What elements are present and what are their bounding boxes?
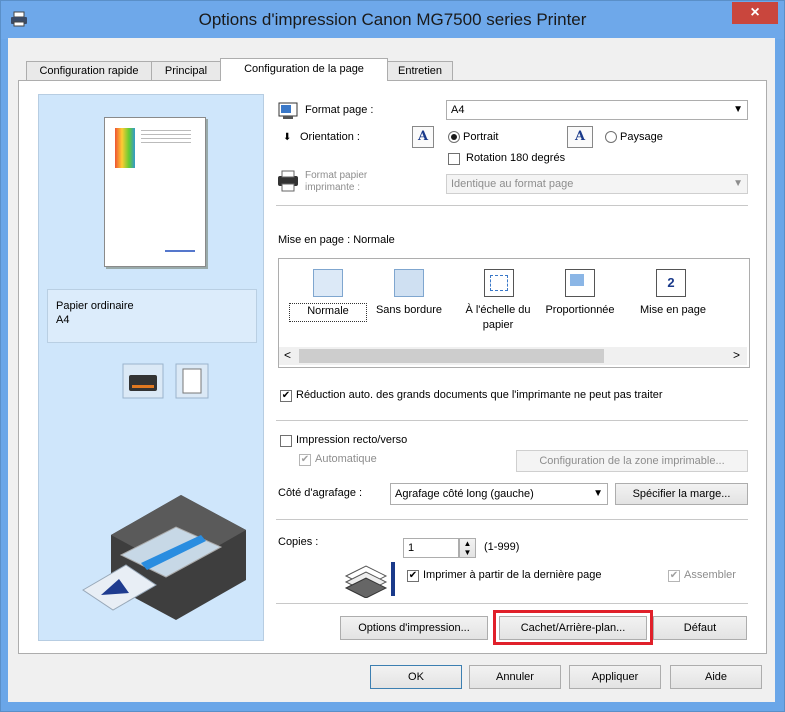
tab-configuration-de-la-page[interactable]: Configuration de la page	[220, 58, 388, 81]
page-size-icon	[278, 102, 298, 119]
rotate-180-label[interactable]: Rotation 180 degrés	[466, 152, 565, 164]
landscape-icon: A	[567, 126, 593, 148]
stapling-select[interactable]: Agrafage côté long (gauche) ▼	[390, 483, 608, 505]
paper-type-label: Papier ordinaire	[56, 300, 134, 312]
close-button[interactable]: ×	[732, 2, 778, 24]
layout-item-proportionnee[interactable]: Proportionnée	[541, 303, 619, 318]
print-options-button[interactable]: Options d'impression...	[340, 616, 488, 640]
copies-input[interactable]: 1	[403, 538, 459, 558]
printer-paper-select[interactable]: Identique au format page ▼	[446, 174, 748, 194]
scroll-thumb[interactable]	[299, 349, 604, 363]
normal-layout-icon[interactable]	[313, 269, 343, 297]
orientation-bullet-icon: ⬇	[283, 132, 292, 143]
divider	[276, 603, 748, 604]
landscape-radio[interactable]	[605, 131, 617, 143]
stapling-value: Agrafage côté long (gauche)	[395, 488, 534, 500]
divider	[276, 205, 748, 206]
defaults-button[interactable]: Défaut	[653, 616, 747, 640]
layout-scrollbar[interactable]: < >	[279, 347, 747, 365]
printer-paper-value: Identique au format page	[451, 178, 574, 190]
auto-reduce-label[interactable]: Réduction auto. des grands documents que…	[296, 389, 663, 401]
page-size-label: Format page :	[305, 104, 374, 116]
divider	[276, 519, 748, 520]
scroll-left-icon[interactable]: <	[284, 348, 291, 362]
layout-item-a-l-echelle[interactable]: À l'échelle du papier	[459, 303, 537, 333]
printer-paper-icon	[278, 170, 298, 192]
page-size-value: A4	[451, 104, 465, 116]
chevron-down-icon: ▼	[733, 104, 743, 115]
paper-info-box: Papier ordinaire A4	[47, 289, 257, 343]
page-size-select[interactable]: A4 ▼	[446, 100, 748, 120]
automatic-label[interactable]: Automatique	[315, 453, 377, 465]
scaled-layout-icon[interactable]	[565, 269, 595, 297]
preview-image	[115, 128, 135, 168]
print-area-button[interactable]: Configuration de la zone imprimable...	[516, 450, 748, 472]
cancel-button[interactable]: Annuler	[469, 665, 561, 689]
window-title: Options d'impression Canon MG7500 series…	[198, 10, 587, 29]
landscape-label[interactable]: Paysage	[620, 131, 663, 143]
automatic-checkbox[interactable]: ✔	[299, 454, 311, 466]
orientation-label: Orientation :	[300, 131, 360, 143]
page-layout-icon[interactable]: 2	[656, 269, 686, 297]
copies-range: (1-999)	[484, 541, 520, 553]
paper-preview	[104, 117, 206, 267]
layout-item-sans-bordure[interactable]: Sans bordure	[367, 303, 451, 318]
rotate-180-checkbox[interactable]	[448, 153, 460, 165]
borderless-layout-icon[interactable]	[394, 269, 424, 297]
fit-to-page-layout-icon[interactable]	[484, 269, 514, 297]
printer-paper-label-line2: imprimante :	[305, 182, 361, 193]
auto-reduce-checkbox[interactable]: ✔	[280, 390, 292, 402]
copies-spinner[interactable]: ▲ ▼	[459, 538, 476, 558]
layout-item-normale[interactable]: Normale	[289, 303, 367, 322]
collate-checkbox[interactable]: ✔	[668, 570, 680, 582]
stapling-label: Côté d'agrafage :	[278, 487, 363, 499]
chevron-down-icon: ▼	[733, 178, 743, 189]
portrait-label[interactable]: Portrait	[463, 131, 498, 143]
ok-button[interactable]: OK	[370, 665, 462, 689]
portrait-icon: A	[412, 126, 434, 148]
duplex-label[interactable]: Impression recto/verso	[296, 434, 407, 446]
layout-list[interactable]: Normale Sans bordure À l'échelle du papi…	[278, 258, 750, 368]
printer-paper-label-line1: Format papier	[305, 170, 368, 181]
collate-label[interactable]: Assembler	[684, 569, 736, 581]
tab-entretien[interactable]: Entretien	[387, 61, 453, 80]
copies-label: Copies :	[278, 536, 319, 548]
chevron-down-icon: ▼	[593, 488, 603, 499]
portrait-radio[interactable]	[448, 131, 460, 143]
tab-configuration-rapide[interactable]: Configuration rapide	[26, 61, 152, 80]
printer-media-icon	[122, 363, 164, 399]
layout-item-mise-en-page[interactable]: Mise en page	[625, 303, 721, 318]
last-page-checkbox[interactable]: ✔	[407, 570, 419, 582]
paper-size-label: A4	[56, 314, 70, 326]
scroll-right-icon[interactable]: >	[733, 348, 740, 362]
layout-header: Mise en page : Normale	[278, 234, 395, 246]
paper-source-icon	[175, 363, 209, 399]
copies-value: 1	[408, 542, 415, 554]
divider	[276, 420, 748, 421]
copies-stack-icon	[344, 562, 395, 598]
printer-illustration-icon	[82, 495, 246, 620]
highlight-box	[493, 610, 653, 645]
tab-principal[interactable]: Principal	[151, 61, 221, 80]
preview-panel: Papier ordinaire A4	[38, 94, 264, 641]
help-button[interactable]: Aide	[670, 665, 762, 689]
specify-margin-button[interactable]: Spécifier la marge...	[615, 483, 748, 505]
last-page-label[interactable]: Imprimer à partir de la dernière page	[423, 569, 602, 581]
apply-button[interactable]: Appliquer	[569, 665, 661, 689]
title-bar[interactable]: Options d'impression Canon MG7500 series…	[1, 1, 784, 39]
duplex-checkbox[interactable]	[280, 435, 292, 447]
